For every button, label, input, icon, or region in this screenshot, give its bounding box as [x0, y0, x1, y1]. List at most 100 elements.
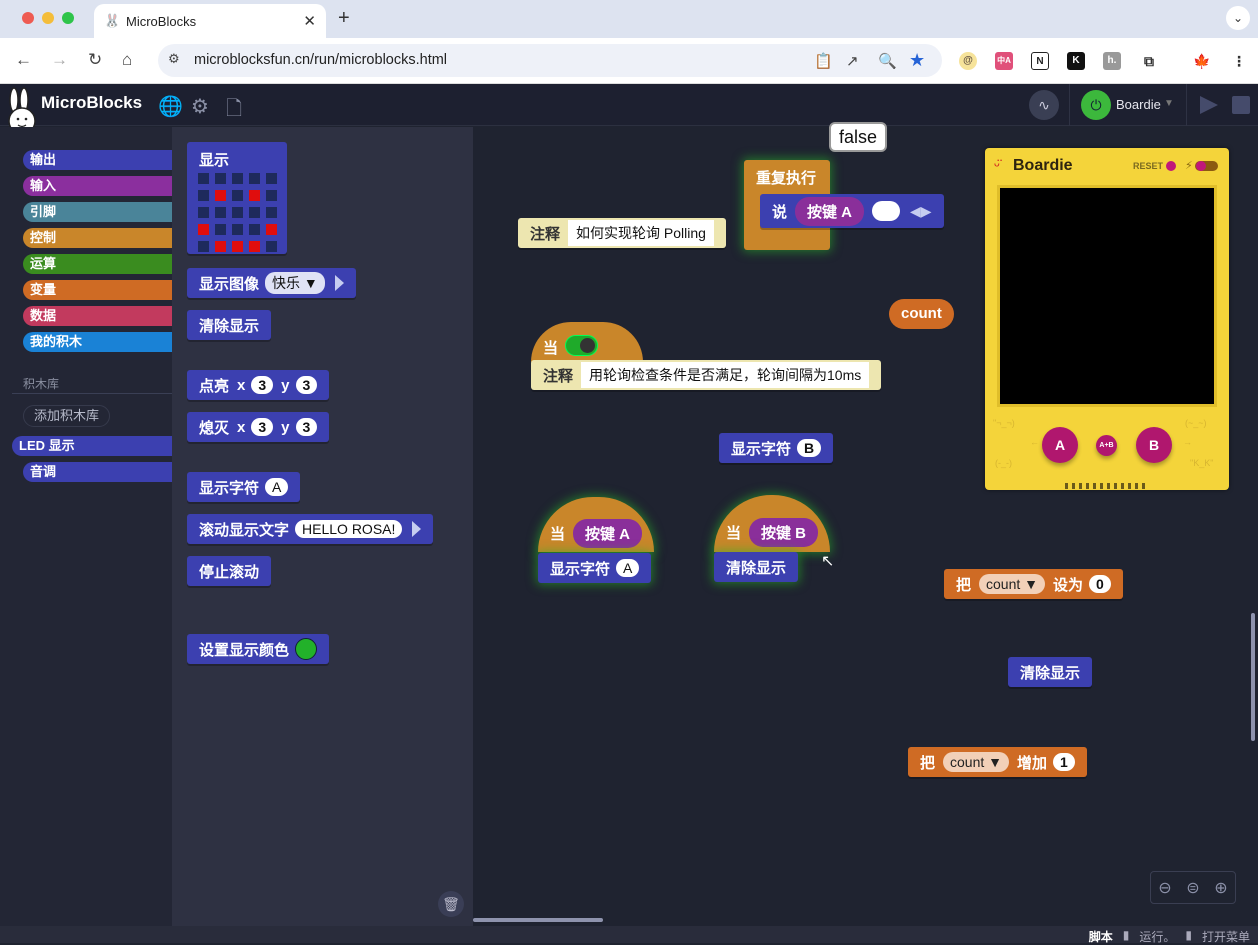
extension-at-icon[interactable]: @ — [959, 52, 977, 70]
variable-dropdown[interactable]: count ▼ — [943, 752, 1010, 772]
language-globe-icon[interactable]: 🌐 — [158, 94, 183, 119]
character-input[interactable]: A — [616, 559, 640, 577]
led-cell[interactable] — [232, 224, 243, 235]
led-cell[interactable] — [198, 224, 209, 235]
y-input[interactable]: 3 — [295, 418, 318, 436]
comment-block[interactable]: 注释 如何实现轮询 Polling — [518, 218, 726, 248]
image-dropdown[interactable]: 快乐 ▼ — [265, 272, 325, 294]
zoom-in-icon[interactable]: ⊕ — [1214, 878, 1227, 898]
settings-gear-icon[interactable]: ⚙ — [191, 94, 209, 119]
profile-leaf-icon[interactable]: 🍁 — [1193, 52, 1211, 70]
category-output[interactable]: 输出 — [23, 150, 172, 170]
led-cell[interactable] — [266, 207, 277, 218]
led-cell[interactable] — [266, 241, 277, 252]
led-cell[interactable] — [249, 224, 260, 235]
scroll-text-input[interactable]: HELLO ROSA! — [295, 520, 403, 538]
clear-display-block[interactable]: 清除显示 — [187, 310, 272, 340]
button-a-dropdown[interactable]: 按键 A — [573, 518, 643, 548]
site-settings-icon[interactable]: ⚙ — [168, 51, 180, 67]
horizontal-scrollbar[interactable] — [473, 918, 603, 922]
graph-pulse-icon[interactable]: ∿ — [1029, 90, 1059, 120]
trash-icon[interactable]: 🗑 — [438, 891, 464, 917]
tab-search-button[interactable]: ⌄ — [1226, 6, 1250, 30]
led-cell[interactable] — [215, 173, 226, 184]
led-cell[interactable] — [232, 241, 243, 252]
boardie-button-b[interactable]: B — [1136, 427, 1172, 463]
character-input[interactable]: A — [265, 478, 289, 496]
unplot-block[interactable]: 熄灭 x 3 y 3 — [187, 412, 330, 442]
led-cell[interactable] — [215, 190, 226, 201]
boardie-button-a[interactable]: A — [1042, 427, 1078, 463]
boardie-button-ab[interactable]: A+B — [1096, 435, 1117, 456]
change-value-input[interactable]: 1 — [1053, 753, 1075, 771]
led-cell[interactable] — [266, 190, 277, 201]
led-cell[interactable] — [232, 190, 243, 201]
category-input[interactable]: 输入 — [23, 176, 172, 196]
bookmark-star-icon[interactable]: ★ — [909, 50, 925, 71]
clear-display-block[interactable]: 清除显示 — [714, 552, 799, 582]
extensions-puzzle-icon[interactable]: ⧉ — [1140, 52, 1158, 70]
close-tab-icon[interactable]: ✕ — [303, 12, 316, 30]
start-button[interactable] — [1200, 96, 1218, 114]
led-cell[interactable] — [198, 241, 209, 252]
led-cell[interactable] — [198, 190, 209, 201]
library-tone[interactable]: 音调 — [23, 462, 172, 482]
set-variable-block[interactable]: 把 count ▼ 设为 0 — [944, 569, 1123, 599]
comment-block[interactable]: 注释 用轮询检查条件是否满足，轮询间隔为10ms — [531, 360, 882, 390]
led-cell[interactable] — [266, 173, 277, 184]
category-operators[interactable]: 运算 — [23, 254, 172, 274]
home-icon[interactable]: ⌂ — [122, 50, 132, 70]
category-my-blocks[interactable]: 我的积木 — [23, 332, 172, 352]
minimize-window-button[interactable] — [42, 12, 54, 24]
connect-plug-icon[interactable]: ⏻ — [1081, 90, 1111, 120]
led-cell[interactable] — [215, 241, 226, 252]
set-color-block[interactable]: 设置显示颜色 — [187, 634, 330, 664]
comment-text[interactable]: 如何实现轮询 Polling — [568, 220, 714, 246]
change-variable-block[interactable]: 把 count ▼ 增加 1 — [908, 747, 1087, 777]
file-icon[interactable]: 🗋 — [226, 94, 242, 128]
led-cell[interactable] — [249, 190, 260, 201]
comment-text[interactable]: 用轮询检查条件是否满足，轮询间隔为10ms — [581, 362, 870, 388]
browser-menu-icon[interactable]: ⋮ — [1230, 52, 1248, 70]
button-b-dropdown[interactable]: 按键 B — [749, 517, 819, 547]
led-cell[interactable] — [198, 207, 209, 218]
category-variables[interactable]: 变量 — [23, 280, 172, 300]
set-value-input[interactable]: 0 — [1089, 575, 1111, 593]
library-led-display[interactable]: LED 显示 — [12, 436, 172, 456]
led-cell[interactable] — [232, 207, 243, 218]
expand-arrow-icon[interactable] — [412, 521, 422, 537]
clipboard-icon[interactable]: 📋 — [814, 52, 833, 70]
variable-dropdown[interactable]: count ▼ — [979, 574, 1046, 594]
translate-extension-icon[interactable]: 中A — [995, 52, 1013, 70]
clear-display-block[interactable]: 清除显示 — [1008, 657, 1093, 687]
power-toggle[interactable] — [1195, 161, 1218, 171]
expand-arrow-icon[interactable] — [334, 275, 344, 291]
led-cell[interactable] — [232, 173, 243, 184]
category-data[interactable]: 数据 — [23, 306, 172, 326]
scroll-text-block[interactable]: 滚动显示文字 HELLO ROSA! — [187, 514, 434, 544]
plot-block[interactable]: 点亮 x 3 y 3 — [187, 370, 330, 400]
led-cell[interactable] — [249, 207, 260, 218]
stop-scroll-block[interactable]: 停止滚动 — [187, 556, 272, 586]
reload-icon[interactable]: ↻ — [88, 50, 102, 70]
led-cell[interactable] — [215, 224, 226, 235]
toggle-switch[interactable] — [565, 335, 598, 356]
say-input[interactable] — [872, 201, 901, 221]
browser-tab[interactable]: 🐰 MicroBlocks ✕ — [94, 4, 326, 38]
led-matrix-grid[interactable] — [198, 173, 277, 252]
button-a-reporter[interactable]: 按键 A — [795, 196, 865, 226]
stop-button[interactable] — [1232, 96, 1250, 114]
zoom-reset-icon[interactable]: ⊜ — [1186, 878, 1199, 898]
close-window-button[interactable] — [22, 12, 34, 24]
zoom-out-icon[interactable]: ⊖ — [1158, 878, 1171, 898]
y-input[interactable]: 3 — [295, 376, 318, 394]
k-extension-icon[interactable]: K — [1067, 52, 1085, 70]
open-external-icon[interactable]: ↗ — [846, 52, 859, 70]
back-icon[interactable]: ← — [15, 50, 32, 70]
board-dropdown-caret-icon[interactable]: ▼ — [1164, 98, 1174, 109]
display-character-block[interactable]: 显示字符 B — [719, 433, 834, 463]
notion-extension-icon[interactable]: N — [1031, 52, 1049, 70]
x-input[interactable]: 3 — [251, 418, 274, 436]
character-input[interactable]: B — [797, 439, 822, 457]
vertical-scrollbar[interactable] — [1251, 613, 1255, 741]
